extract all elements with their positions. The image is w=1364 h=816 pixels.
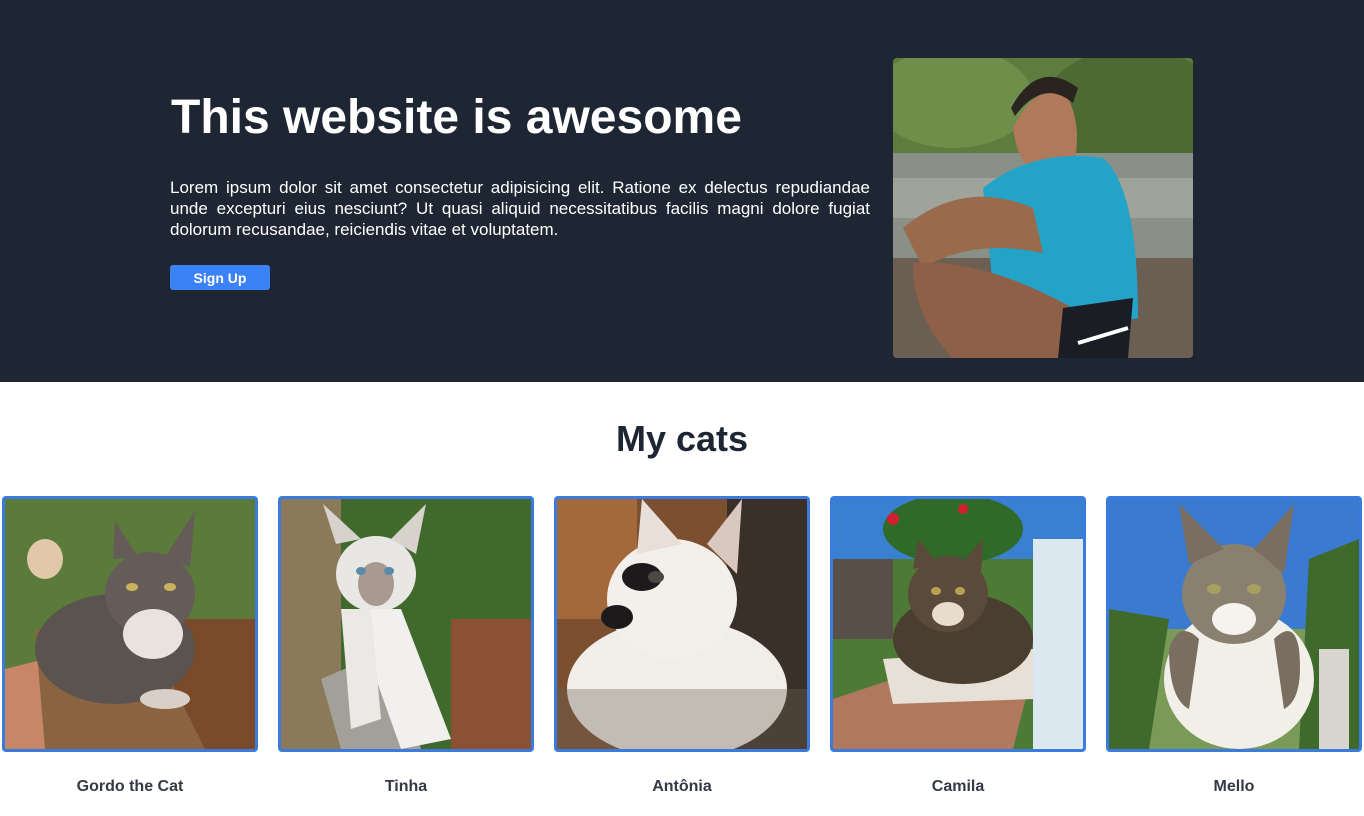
cat-photo-mello bbox=[1106, 496, 1362, 752]
signup-button[interactable]: Sign Up bbox=[170, 265, 270, 290]
cats-section-title: My cats bbox=[615, 418, 749, 459]
cat-photo-antonia bbox=[554, 496, 810, 752]
hero-title: This website is awesome bbox=[171, 91, 742, 144]
cat-photo-tinha bbox=[278, 496, 534, 752]
cat-photo-camila bbox=[830, 496, 1086, 752]
cat-name: Camila bbox=[931, 778, 985, 795]
hero-section: This website is awesome Lorem ipsum dolo… bbox=[0, 0, 1364, 382]
cat-name: Gordo the Cat bbox=[76, 778, 184, 795]
cat-name: Antônia bbox=[652, 778, 712, 795]
portrait-photo bbox=[893, 58, 1193, 358]
cat-name: Mello bbox=[1213, 778, 1255, 795]
hero-text: Lorem ipsum dolor sit amet consectetur a… bbox=[170, 178, 870, 239]
cat-name: Tinha bbox=[384, 778, 428, 795]
cat-photo-gordo bbox=[2, 496, 258, 752]
